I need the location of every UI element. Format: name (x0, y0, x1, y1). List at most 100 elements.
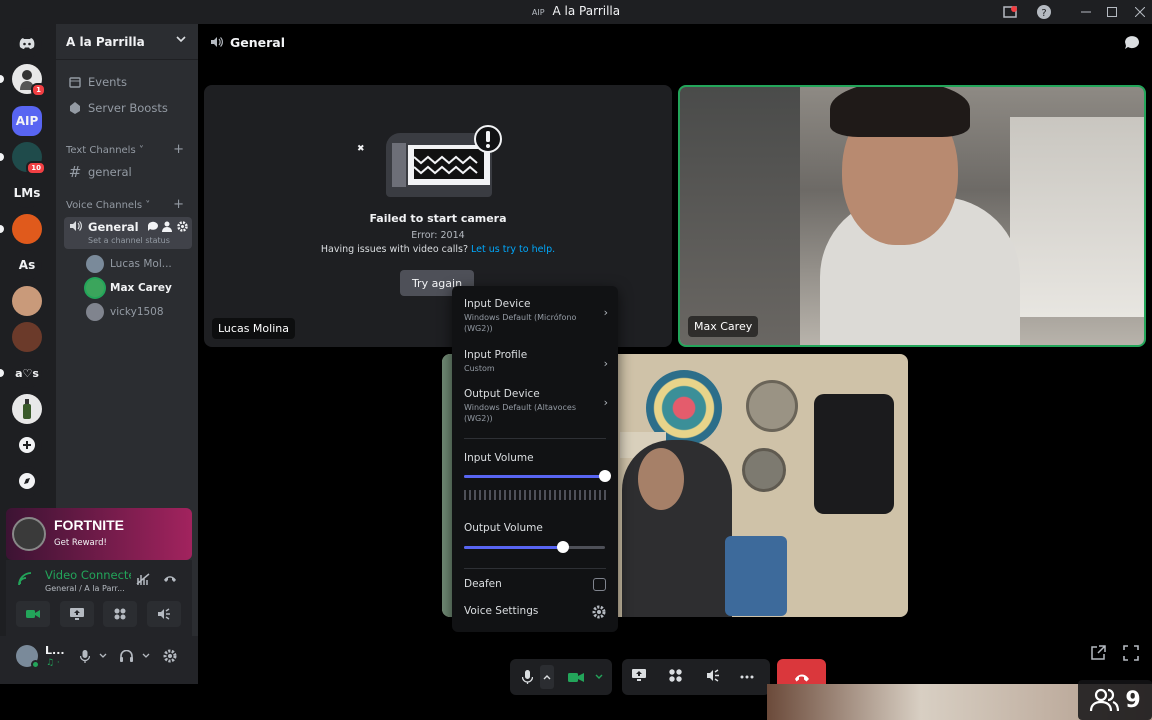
noise-suppression-icon[interactable] (136, 572, 150, 586)
calendar-icon (68, 76, 82, 88)
output-device-item[interactable]: Output Device Windows Default (Altavoces … (464, 388, 608, 424)
popout-icon[interactable] (1090, 645, 1106, 661)
settings-gear-icon[interactable] (163, 649, 177, 663)
channel-label: general (88, 165, 132, 179)
chevron-down-icon[interactable] (99, 653, 107, 659)
error-title: Failed to start camera (369, 212, 507, 225)
add-text-channel-icon[interactable]: + (173, 142, 184, 157)
participant-name: Lucas Molina (212, 318, 295, 339)
chevron-down-icon (176, 36, 186, 44)
server-icon-lms[interactable]: LMs (12, 178, 42, 208)
server-icon-10[interactable] (12, 394, 42, 424)
screen-share-button[interactable] (60, 601, 94, 627)
more-options-icon[interactable] (740, 675, 754, 679)
voice-settings-item[interactable]: Voice Settings (464, 605, 606, 619)
gear-icon[interactable] (177, 221, 188, 232)
phone-hangup-icon (794, 674, 809, 681)
activities-icon[interactable] (669, 669, 682, 682)
channel-label: General (88, 220, 139, 234)
user-panel: L... ♫ · (0, 636, 198, 684)
text-channels-category[interactable]: Text Channels ˅ (66, 145, 144, 156)
server-icon-as-heart[interactable]: a♡s (0, 358, 42, 388)
slider-knob[interactable] (556, 541, 569, 553)
server-badge: 1 (31, 83, 46, 97)
promo-banner[interactable]: FORTNITE Get Reward! (6, 508, 192, 560)
menu-item-title: Input Volume (464, 452, 534, 464)
title-bar: AIP A la Parrilla ? (0, 0, 1152, 24)
help-icon[interactable]: ? (1036, 4, 1052, 20)
help-link[interactable]: Let us try to help. (471, 244, 555, 255)
avatar[interactable] (16, 645, 40, 669)
screen-share-icon[interactable] (632, 669, 646, 682)
help-text: Having issues with video calls? (320, 244, 468, 255)
voice-user-lucas[interactable]: Lucas Mol... (86, 253, 214, 275)
video-toggle-button[interactable] (564, 667, 588, 687)
input-level-meter (464, 490, 606, 500)
camera-error-illustration: ✖ (357, 125, 516, 203)
server-icon-aip[interactable]: AIP (12, 106, 42, 136)
discover-icon[interactable] (12, 466, 42, 496)
microphone-icon[interactable] (80, 650, 90, 663)
username[interactable]: L... (45, 644, 65, 657)
server-icon-3[interactable]: 10 (0, 142, 46, 175)
server-boosts-item[interactable]: Server Boosts (64, 97, 192, 119)
maximize-icon[interactable] (1104, 4, 1120, 20)
mute-button[interactable] (516, 667, 538, 687)
input-volume-label: Input Volume (464, 452, 606, 464)
slider-knob[interactable] (599, 470, 611, 482)
inbox-icon[interactable] (1002, 4, 1018, 20)
close-icon[interactable] (1132, 4, 1148, 20)
call-actions (622, 659, 770, 695)
wall-mirror (746, 380, 798, 432)
soundboard-button[interactable] (147, 601, 181, 627)
server-icon-as[interactable]: As (12, 250, 42, 280)
server-icon-7[interactable] (12, 286, 42, 316)
input-profile-item[interactable]: Input Profile Custom › (464, 349, 608, 374)
voice-user-max[interactable]: Max Carey (86, 277, 214, 299)
fullscreen-icon[interactable] (1123, 645, 1139, 661)
camera-button[interactable] (16, 601, 50, 627)
voice-channels-category[interactable]: Voice Channels ˅ (66, 200, 150, 211)
chevron-down-icon (595, 674, 603, 679)
promo-subtitle: Get Reward! (54, 538, 107, 548)
channel-general-voice[interactable]: General Set a channel status (64, 217, 192, 249)
voice-location[interactable]: General / A la Parr... (45, 584, 125, 593)
server-icon-1[interactable]: 1 (0, 64, 46, 97)
server-label: As (18, 258, 36, 272)
headphones-icon[interactable] (120, 650, 133, 662)
add-server-icon[interactable] (12, 430, 42, 460)
disconnect-icon[interactable] (163, 574, 177, 584)
video-tile-max[interactable]: Max Carey (678, 85, 1146, 347)
activities-button[interactable] (103, 601, 137, 627)
discord-home-icon[interactable] (12, 28, 42, 58)
server-icon-5[interactable] (0, 214, 42, 244)
chevron-down-icon[interactable] (142, 653, 150, 659)
input-device-item[interactable]: Input Device Windows Default (Micrófono (… (464, 298, 608, 334)
input-volume-slider[interactable] (464, 470, 611, 482)
chat-bubble-icon[interactable] (1124, 35, 1140, 51)
events-item[interactable]: Events (64, 71, 192, 93)
chat-icon[interactable] (147, 221, 158, 232)
menu-item-value: Windows Default (Altavoces (WG2)) (464, 403, 576, 423)
signal-icon[interactable] (18, 572, 32, 586)
minimize-icon[interactable] (1078, 4, 1094, 20)
server-header[interactable]: A la Parrilla (56, 24, 198, 60)
channel-general-text[interactable]: # general (64, 161, 192, 183)
server-icon-8[interactable] (12, 322, 42, 352)
add-voice-channel-icon[interactable]: + (173, 197, 184, 212)
output-volume-slider[interactable] (464, 541, 605, 553)
channel-actions (147, 221, 188, 232)
hanging-bag (814, 394, 894, 514)
channel-status[interactable]: Set a channel status (88, 236, 170, 245)
hashtag-icon: # (68, 163, 82, 181)
audio-options-button[interactable] (540, 665, 554, 689)
screen-share-icon (70, 608, 84, 620)
voice-user-vicky[interactable]: vicky1508 (86, 301, 214, 323)
deafen-checkbox[interactable] (593, 578, 606, 591)
deafen-item[interactable]: Deafen (464, 578, 606, 591)
soundboard-icon[interactable] (706, 669, 720, 682)
video-options-button[interactable] (592, 667, 606, 687)
chevron-right-icon: › (603, 396, 608, 409)
svg-text:?: ? (1041, 8, 1046, 19)
invite-icon[interactable] (162, 221, 173, 232)
